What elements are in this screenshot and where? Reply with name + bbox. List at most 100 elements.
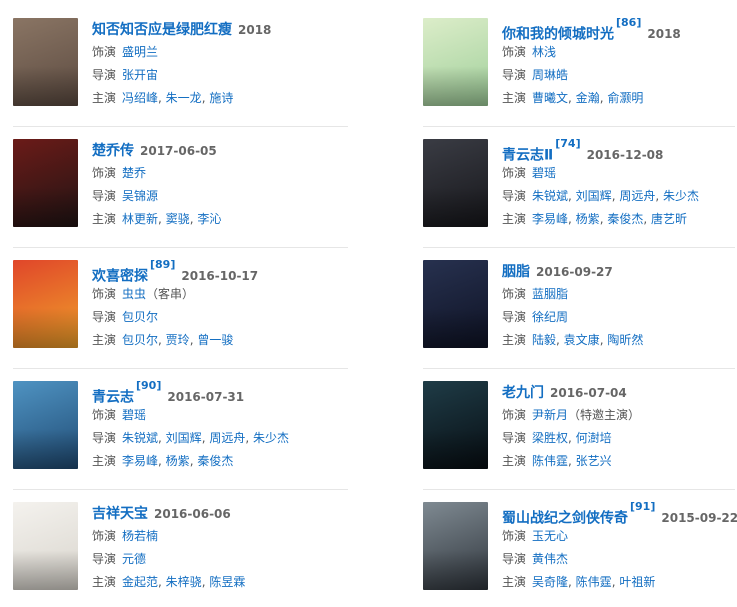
separator: , <box>158 333 166 347</box>
person-link[interactable]: 朱锐斌 <box>532 189 568 203</box>
person-link[interactable]: 周琳皓 <box>532 68 568 82</box>
poster-image[interactable] <box>423 139 488 227</box>
person-link[interactable]: 唐艺昕 <box>651 212 687 226</box>
person-link[interactable]: 陆毅 <box>532 333 556 347</box>
person-link[interactable]: 张艺兴 <box>576 454 612 468</box>
person-link[interactable]: 陶昕然 <box>607 333 643 347</box>
person-link[interactable]: 朱锐斌 <box>122 431 158 445</box>
person-link[interactable]: 张开宙 <box>122 68 158 82</box>
person-link[interactable]: 吴奇隆 <box>532 575 568 589</box>
person-link[interactable]: 虫虫 <box>122 287 146 301</box>
person-link[interactable]: 徐纪周 <box>532 310 568 324</box>
title-line: 楚乔传 2017-06-05 <box>92 139 372 161</box>
film-title-link[interactable]: 知否知否应是绿肥红瘦 <box>92 22 232 38</box>
field-label: 饰演 <box>502 45 527 59</box>
person-link[interactable]: 陈伟霆 <box>576 575 612 589</box>
person-link[interactable]: 陈伟霆 <box>532 454 568 468</box>
person-link[interactable]: 黄伟杰 <box>532 552 568 566</box>
separator: , <box>655 189 663 203</box>
person-link[interactable]: 杨若楠 <box>122 529 158 543</box>
film-title-link[interactable]: 你和我的倾城时光 <box>502 26 614 42</box>
person-link[interactable]: 玉无心 <box>532 529 568 543</box>
person-link[interactable]: 包贝尔 <box>122 310 158 324</box>
director-row: 导演 包贝尔 <box>92 306 372 328</box>
person-link[interactable]: 梁胜权 <box>532 431 568 445</box>
poster-image[interactable] <box>423 381 488 469</box>
person-link[interactable]: 俞灏明 <box>607 91 643 105</box>
person-link[interactable]: 吴锦源 <box>122 189 158 203</box>
person-link[interactable]: 秦俊杰 <box>607 212 643 226</box>
film-title-link[interactable]: 青云志 <box>92 389 134 405</box>
reference-link[interactable]: [74] <box>555 137 580 150</box>
person-link[interactable]: 袁文康 <box>564 333 600 347</box>
film-title-link[interactable]: 欢喜密探 <box>92 268 148 284</box>
field-label: 导演 <box>92 68 117 82</box>
field-label: 导演 <box>92 552 117 566</box>
film-title-link[interactable]: 青云志Ⅱ <box>502 147 553 163</box>
person-link[interactable]: 杨紫 <box>576 212 600 226</box>
poster-image[interactable] <box>423 260 488 348</box>
reference-link[interactable]: [86] <box>616 16 641 29</box>
person-link[interactable]: 何澍培 <box>576 431 612 445</box>
poster-image[interactable] <box>13 502 78 590</box>
person-link[interactable]: 李易峰 <box>532 212 568 226</box>
release-date: 2015-09-22 <box>661 511 737 526</box>
person-link[interactable]: 陈昱霖 <box>209 575 245 589</box>
film-title-link[interactable]: 老九门 <box>502 385 544 401</box>
person-link[interactable]: 朱少杰 <box>663 189 699 203</box>
film-title-link[interactable]: 吉祥天宝 <box>92 506 148 522</box>
film-title-link[interactable]: 楚乔传 <box>92 143 134 159</box>
person-link[interactable]: 杨紫 <box>166 454 190 468</box>
row-divider <box>13 247 348 248</box>
person-link[interactable]: 曾一骏 <box>197 333 233 347</box>
person-link[interactable]: 元德 <box>122 552 146 566</box>
person-link[interactable]: 金瀚 <box>576 91 600 105</box>
person-link[interactable]: 蓝胭脂 <box>532 287 568 301</box>
person-link[interactable]: 朱少杰 <box>253 431 289 445</box>
person-link[interactable]: 刘国辉 <box>166 431 202 445</box>
field-label: 饰演 <box>502 166 527 180</box>
person-link[interactable]: 贾玲 <box>166 333 190 347</box>
reference-link[interactable]: [91] <box>630 500 655 513</box>
person-link[interactable]: 窦骁 <box>166 212 190 226</box>
poster-image[interactable] <box>13 139 78 227</box>
poster-image[interactable] <box>13 260 78 348</box>
film-title-link[interactable]: 蜀山战纪之剑侠传奇 <box>502 510 628 526</box>
person-link[interactable]: 刘国辉 <box>576 189 612 203</box>
person-link[interactable]: 周远舟 <box>619 189 655 203</box>
person-link[interactable]: 李易峰 <box>122 454 158 468</box>
person-link[interactable]: 周远舟 <box>209 431 245 445</box>
person-link[interactable]: 冯绍峰 <box>122 91 158 105</box>
person-link[interactable]: 碧瑶 <box>532 166 556 180</box>
poster-image[interactable] <box>13 381 78 469</box>
person-link[interactable]: 碧瑶 <box>122 408 146 422</box>
reference-link[interactable]: [90] <box>136 379 161 392</box>
reference-link[interactable]: [89] <box>150 258 175 271</box>
poster-image[interactable] <box>423 18 488 106</box>
person-link[interactable]: 曹曦文 <box>532 91 568 105</box>
person-link[interactable]: 包贝尔 <box>122 333 158 347</box>
person-link[interactable]: 金起范 <box>122 575 158 589</box>
film-title-link[interactable]: 胭脂 <box>502 264 530 280</box>
separator: , <box>158 454 166 468</box>
person-link[interactable]: 朱梓骁 <box>166 575 202 589</box>
person-link[interactable]: 施诗 <box>209 91 233 105</box>
poster-image[interactable] <box>13 18 78 106</box>
director-row: 导演 元德 <box>92 548 372 570</box>
field-label: 导演 <box>502 431 527 445</box>
film-info: 吉祥天宝 2016-06-06 饰演 杨若楠 导演 元德 主演 金起范, 朱梓骁, 陈昱霖 <box>92 502 372 593</box>
poster-shade <box>13 550 78 590</box>
person-link[interactable]: 林更新 <box>122 212 158 226</box>
person-link[interactable]: 李沁 <box>197 212 221 226</box>
person-link[interactable]: 秦俊杰 <box>197 454 233 468</box>
person-link[interactable]: 朱一龙 <box>166 91 202 105</box>
person-link[interactable]: 楚乔 <box>122 166 146 180</box>
person-link[interactable]: 盛明兰 <box>122 45 158 59</box>
row-divider <box>13 368 348 369</box>
person-link[interactable]: 叶祖新 <box>619 575 655 589</box>
cast-row: 主演 陈伟霆, 张艺兴 <box>502 450 737 472</box>
person-link[interactable]: 林浅 <box>532 45 556 59</box>
poster-image[interactable] <box>423 502 488 590</box>
person-link[interactable]: 尹新月 <box>532 408 568 422</box>
film-card: 欢喜密探[89]2016-10-17 饰演 虫虫（客串） 导演 包贝尔 主演 包贝尔, 贾玲… <box>13 258 373 365</box>
